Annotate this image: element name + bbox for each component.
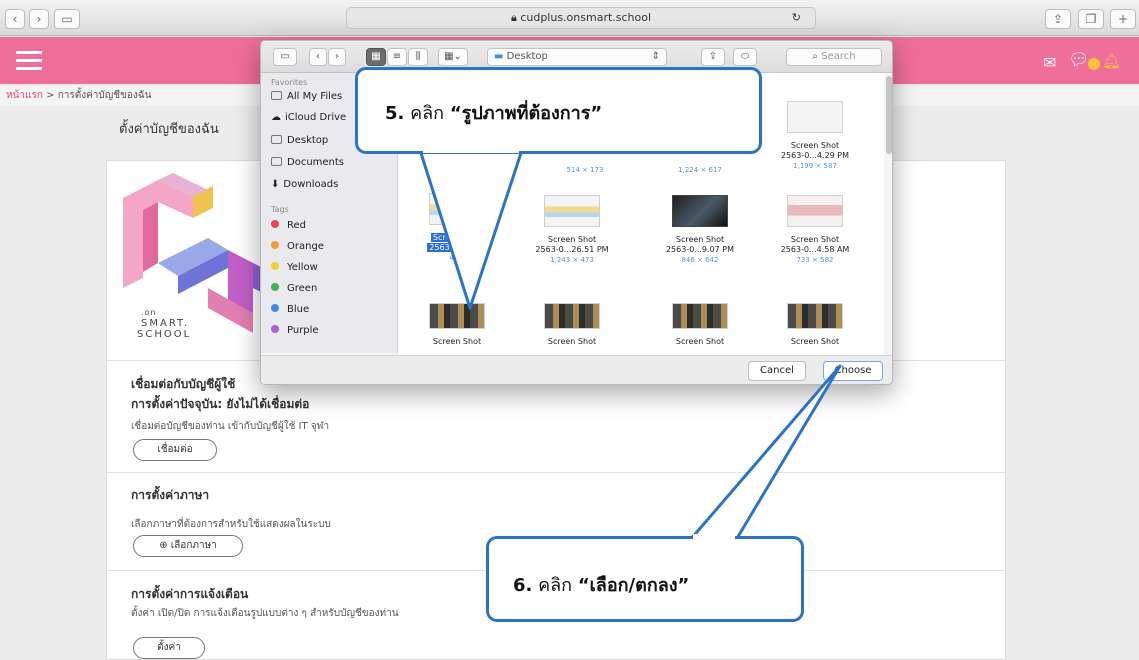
- step5-callout: 5. คลิก “รูปภาพที่ต้องการ”: [355, 67, 762, 154]
- step6-pointer: [688, 364, 842, 542]
- step5-target: “รูปภาพที่ต้องการ”: [449, 103, 603, 124]
- step5-pointer: [418, 148, 524, 310]
- step5-number: 5.: [385, 103, 405, 124]
- step5-text: 5. คลิก “รูปภาพที่ต้องการ”: [385, 98, 602, 127]
- step6-text: 6. คลิก “เลือก/ตกลง”: [513, 570, 689, 599]
- step5-verb: คลิก: [410, 103, 445, 124]
- step5-seam: [423, 148, 519, 153]
- step6-verb: คลิก: [538, 575, 573, 596]
- step6-callout: 6. คลิก “เลือก/ตกลง”: [486, 536, 804, 622]
- step6-number: 6.: [513, 575, 533, 596]
- step6-seam: [693, 534, 735, 539]
- step6-target: “เลือก/ตกลง”: [577, 575, 690, 596]
